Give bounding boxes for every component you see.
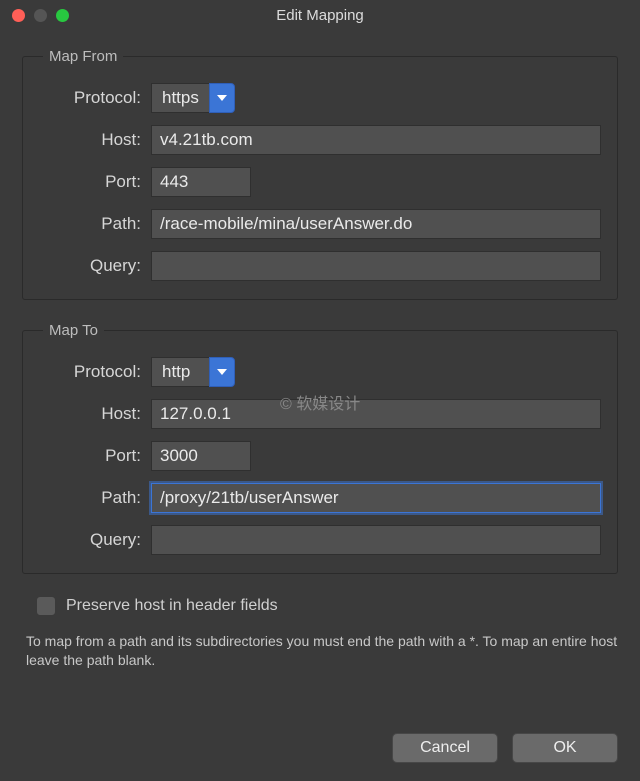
chevron-down-icon <box>217 95 227 101</box>
to-path-input[interactable] <box>151 483 601 513</box>
preserve-label: Preserve host in header fields <box>66 597 278 615</box>
map-from-group: Map From Protocol: https Host: Port: Pat… <box>22 48 618 300</box>
to-query-label: Query: <box>39 530 151 550</box>
from-protocol-chevron[interactable] <box>209 83 235 113</box>
to-host-label: Host: <box>39 404 151 424</box>
to-port-input[interactable] <box>151 441 251 471</box>
from-path-input[interactable] <box>151 209 601 239</box>
minimize-icon <box>34 9 47 22</box>
zoom-icon[interactable] <box>56 9 69 22</box>
map-to-legend: Map To <box>43 322 104 339</box>
ok-button[interactable]: OK <box>512 733 618 763</box>
window-controls <box>12 9 69 22</box>
map-from-legend: Map From <box>43 48 123 65</box>
to-protocol-chevron[interactable] <box>209 357 235 387</box>
from-host-input[interactable] <box>151 125 601 155</box>
to-protocol-value: http <box>151 357 209 387</box>
close-icon[interactable] <box>12 9 25 22</box>
to-query-input[interactable] <box>151 525 601 555</box>
from-port-input[interactable] <box>151 167 251 197</box>
to-path-label: Path: <box>39 488 151 508</box>
to-host-input[interactable] <box>151 399 601 429</box>
window-title: Edit Mapping <box>0 7 640 24</box>
preserve-checkbox[interactable] <box>36 596 56 616</box>
footer: Cancel OK <box>392 733 618 763</box>
map-to-group: Map To Protocol: http Host: Port: Path: … <box>22 322 618 574</box>
hint-text: To map from a path and its subdirectorie… <box>26 632 618 670</box>
cancel-button[interactable]: Cancel <box>392 733 498 763</box>
from-protocol-select[interactable]: https <box>151 83 235 113</box>
to-protocol-select[interactable]: http <box>151 357 235 387</box>
from-port-label: Port: <box>39 172 151 192</box>
titlebar: Edit Mapping <box>0 0 640 30</box>
to-protocol-label: Protocol: <box>39 362 151 382</box>
from-query-label: Query: <box>39 256 151 276</box>
from-host-label: Host: <box>39 130 151 150</box>
chevron-down-icon <box>217 369 227 375</box>
preserve-row: Preserve host in header fields <box>36 596 618 616</box>
from-protocol-value: https <box>151 83 209 113</box>
from-protocol-label: Protocol: <box>39 88 151 108</box>
from-path-label: Path: <box>39 214 151 234</box>
from-query-input[interactable] <box>151 251 601 281</box>
to-port-label: Port: <box>39 446 151 466</box>
